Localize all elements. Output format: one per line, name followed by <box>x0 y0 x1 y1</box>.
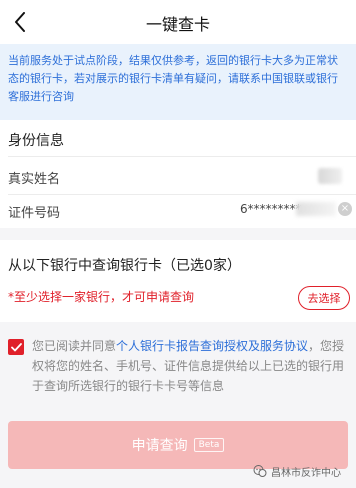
agreement-link[interactable]: 个人银行卡报告查询授权及服务协议 <box>116 339 308 353</box>
choose-bank-button[interactable]: 去选择 <box>298 286 350 310</box>
watermark: 昌林市反诈中心 <box>252 463 341 479</box>
agreement-checkbox[interactable] <box>8 339 24 355</box>
submit-query-button[interactable]: 申请查询 Beta <box>8 421 348 469</box>
submit-label: 申请查询 <box>131 438 188 454</box>
bank-selection-warning: *至少选择一家银行，才可申请查询 <box>8 290 195 304</box>
watermark-text: 昌林市反诈中心 <box>271 467 341 479</box>
notice-banner: 当前服务处于试点阶段，结果仅供参考，返回的银行卡大多为正常状态的银行卡，若对展示… <box>0 44 356 120</box>
masked-id-tail <box>296 202 336 216</box>
beta-badge: Beta <box>193 438 225 452</box>
identity-section-title: 身份信息 <box>8 133 64 149</box>
agreement-prefix: 您已阅读并同意 <box>32 339 117 353</box>
masked-name-value <box>318 168 342 184</box>
id-number-value: 6********* <box>240 202 302 216</box>
bank-query-card <box>0 240 356 322</box>
wechat-icon <box>253 465 267 477</box>
bank-query-title: 从以下银行中查询银行卡（已选0家） <box>8 258 241 274</box>
page-title: 一键查卡 <box>145 15 210 34</box>
top-bar: 一键查卡 <box>0 0 356 44</box>
agreement-text: 您已阅读并同意个人银行卡报告查询授权及服务协议，您授权将您的姓名、手机号、证件信… <box>32 336 350 396</box>
check-icon <box>10 342 22 351</box>
divider <box>8 194 356 195</box>
divider <box>8 156 356 157</box>
clear-icon[interactable]: × <box>338 202 352 216</box>
id-number-label: 证件号码 <box>8 206 61 221</box>
real-name-label: 真实姓名 <box>8 172 61 187</box>
